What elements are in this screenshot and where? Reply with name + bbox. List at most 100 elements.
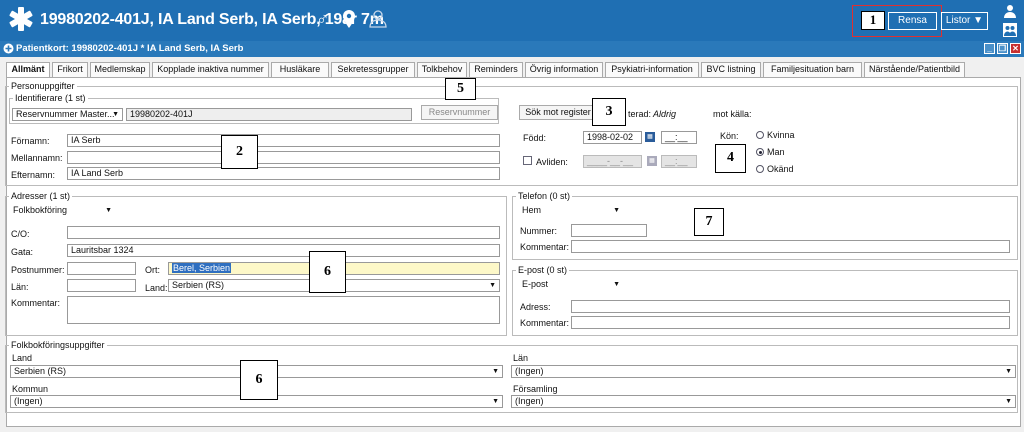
calendar-icon: ▦ [647,156,657,166]
chevron-down-icon: ▼ [105,207,112,214]
postnummer-field[interactable] [67,262,136,275]
window-title: Patientkort: 19980202-401J * IA Land Ser… [16,43,244,54]
epost-type-select[interactable]: E-post ▼ [519,278,623,291]
tab-narstaende[interactable]: Närstående/Patientbild [864,62,965,77]
epost-kommentar-label: Kommentar: [520,318,570,328]
listor-button[interactable]: Listor ▼ [941,12,988,30]
postnummer-label: Postnummer: [11,265,65,275]
chevron-down-icon: ▼ [1005,398,1012,405]
adress-type-select[interactable]: Folkbokföring ▼ [10,204,115,217]
chevron-down-icon: ▼ [613,281,620,288]
gata-field[interactable]: Lauritsbar 1324 [67,244,500,257]
chevron-down-icon: ▼ [613,207,620,214]
user-icon[interactable] [1003,4,1017,18]
tab-medlemskap[interactable]: Medlemskap [90,62,150,77]
avliden-checkbox[interactable] [523,156,532,165]
chevron-down-icon: ▼ [112,111,119,118]
identifierare-legend: Identifierare (1 st) [13,93,88,103]
chevron-down-icon: ▼ [1005,368,1012,375]
folk-land-label: Land [12,353,33,363]
chevron-down-icon: ▼ [492,398,499,405]
kon-kvinna-radio[interactable] [756,131,764,139]
fornamn-label: Förnamn: [11,136,50,146]
patient-header: 19980202-401J, IA Land Serb, IA Serb, 19… [40,11,384,28]
fornamn-field[interactable]: IA Serb [67,134,500,147]
kon-okand-radio[interactable] [756,165,764,173]
folk-kommun-label: Kommun [12,384,49,394]
tab-psykiatri-information[interactable]: Psykiatri-information [605,62,699,77]
tab-sekretessgrupper[interactable]: Sekretessgrupper [331,62,415,77]
adress-kommentar-label: Kommentar: [11,298,61,308]
kon-man-label: Man [767,147,785,157]
tab-ovrig-information[interactable]: Övrig information [525,62,603,77]
fodd-time-field[interactable]: __:__ [661,131,697,144]
rensa-button[interactable]: Rensa [888,12,937,30]
tab-kopplade-inaktiva[interactable]: Kopplade inaktiva nummer [152,62,269,77]
co-field[interactable] [67,226,500,239]
nummer-label: Nummer: [520,226,558,236]
reservnummer-button: Reservnummer [421,105,498,120]
personuppgifter-legend: Personuppgifter [9,81,77,91]
telefon-type-select[interactable]: Hem ▼ [519,204,623,217]
tab-huslakare[interactable]: Husläkare [271,62,329,77]
telefon-kommentar-label: Kommentar: [520,242,570,252]
efternamn-field[interactable]: IA Land Serb [67,167,500,180]
avliden-time-field: __:__ [661,155,697,168]
location-pin-icon[interactable] [343,10,355,28]
adress-kommentar-field[interactable] [67,296,500,324]
restore-icon[interactable]: ❐ [997,43,1008,54]
mellannamn-field[interactable] [67,151,500,164]
callout-5: 5 [445,78,476,100]
callout-4: 4 [715,144,746,173]
tab-familjesituation-barn[interactable]: Familjesituation barn [763,62,862,77]
lan-field[interactable] [67,279,136,292]
folk-lan-label: Län [513,353,529,363]
plus-circle-icon [3,43,14,54]
ort-label: Ort: [145,265,160,275]
fodd-label: Född: [523,133,547,143]
mellannamn-label: Mellannamn: [11,153,63,163]
callout-7: 7 [694,208,724,236]
folk-lan-select[interactable]: (Ingen) ▼ [511,365,1016,378]
kon-okand-label: Okänd [767,164,794,174]
telefon-kommentar-field[interactable] [571,240,1010,253]
co-label: C/O: [11,229,30,239]
sok-mot-register-button[interactable]: Sök mot register [519,105,597,120]
id-value-field: 19980202-401J [126,108,412,121]
callout-1: 1 [861,11,885,30]
users-group-icon[interactable] [1003,23,1017,37]
tab-bvc-listning[interactable]: BVC listning [701,62,761,77]
folk-forsamling-label: Församling [513,384,558,394]
callout-6: 6 [309,251,346,293]
telefon-legend: Telefon (0 st) [516,191,573,201]
male-gender-icon: ♂ [316,9,330,29]
tab-frikort[interactable]: Frikort [52,62,88,77]
lan-label: Län: [11,282,29,292]
calendar-icon[interactable]: ▦ [645,132,655,142]
adresser-legend: Adresser (1 st) [9,191,73,201]
folkbokforing-legend: Folkbokföringsuppgifter [9,340,107,350]
tab-bar: Allmänt Frikort Medlemskap Kopplade inak… [6,62,1018,78]
verified-label: terad: [628,109,652,119]
tab-reminders[interactable]: Reminders [469,62,523,77]
star-of-life-icon [9,7,33,31]
kon-label: Kön: [720,131,739,141]
id-type-select[interactable]: Reservnummer Master... ▼ [12,108,123,121]
tab-tolkbehov[interactable]: Tolkbehov [417,62,467,77]
callout-2: 2 [221,135,258,169]
fodd-date-field[interactable]: 1998-02-02 [583,131,642,144]
nummer-field[interactable] [571,224,647,237]
kon-man-radio[interactable] [756,148,764,156]
epost-adress-field[interactable] [571,300,1010,313]
epost-kommentar-field[interactable] [571,316,1010,329]
person-outline-icon[interactable] [369,10,387,28]
chevron-down-icon: ▼ [489,282,496,289]
folk-forsamling-select[interactable]: (Ingen) ▼ [511,395,1016,408]
epost-legend: E-post (0 st) [516,265,570,275]
kon-kvinna-label: Kvinna [767,130,795,140]
efternamn-label: Efternamn: [11,170,56,180]
tab-allmant[interactable]: Allmänt [6,62,50,78]
minimize-icon[interactable]: _ [984,43,995,54]
close-icon[interactable]: ✕ [1010,43,1021,54]
window-title-bar: Patientkort: 19980202-401J * IA Land Ser… [0,41,1024,57]
